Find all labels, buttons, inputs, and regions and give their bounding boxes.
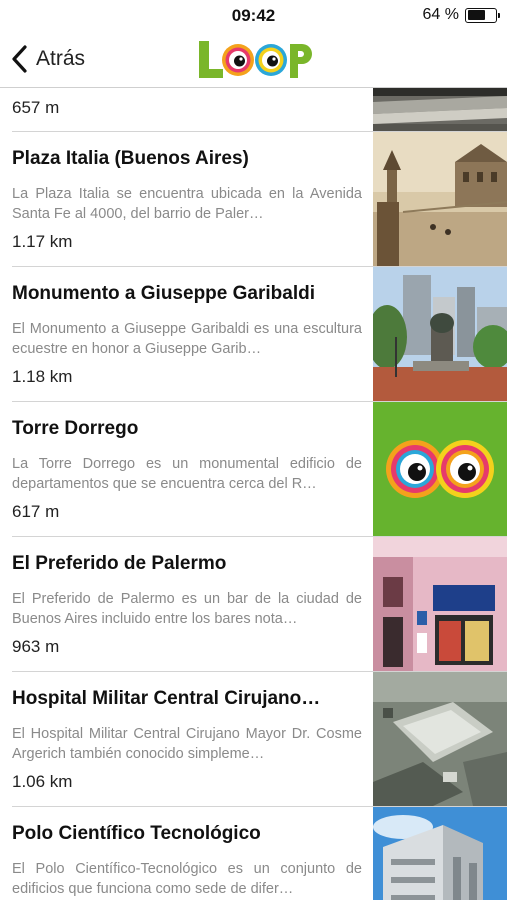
item-distance: 1.17 km [12, 232, 73, 251]
item-title: Hospital Militar Central Cirujano… [12, 688, 321, 709]
item-title: Torre Dorrego [12, 418, 139, 439]
aerial-hospital-photo-thumbnail [373, 672, 507, 806]
item-description: El Preferido de Palermo es un bar de la … [12, 591, 362, 627]
item-distance: 1.06 km [12, 772, 73, 791]
chevron-left-icon [12, 45, 27, 73]
list-item[interactable]: Monumento a Giuseppe Garibaldi El Monume… [0, 267, 507, 402]
item-distance: 617 m [12, 502, 60, 521]
item-title: Polo Científico Tecnológico [12, 823, 261, 844]
loop-logo [199, 41, 312, 78]
item-description: La Torre Dorrego es un monumental edific… [12, 456, 362, 492]
sepia-plaza-photo-thumbnail [373, 132, 507, 266]
loop-eyes-placeholder-thumbnail [373, 402, 507, 536]
battery-status: 64 % [422, 6, 500, 24]
list-item[interactable]: Hospital Militar Central Cirujano… El Ho… [0, 672, 507, 807]
places-list: 657 m Plaza Italia (Buenos Aires) La Pla… [0, 88, 507, 900]
item-distance: 963 m [12, 637, 60, 656]
monument-photo-thumbnail [373, 267, 507, 401]
street-photo-thumbnail [373, 88, 507, 131]
battery-icon [465, 7, 500, 23]
item-description: El Monumento a Giuseppe Garibaldi es una… [12, 321, 362, 357]
navigation-bar: Atrás [0, 30, 507, 88]
item-distance: 657 m [12, 98, 60, 117]
list-item[interactable]: Polo Científico Tecnológico El Polo Cien… [0, 807, 507, 900]
status-bar: 09:42 64 % [0, 0, 507, 30]
list-item[interactable]: 657 m [0, 88, 507, 132]
back-button[interactable]: Atrás [10, 42, 85, 76]
item-description: La Plaza Italia se encuentra ubicada en … [12, 186, 362, 222]
list-item[interactable]: Plaza Italia (Buenos Aires) La Plaza Ita… [0, 132, 507, 267]
item-description: El Polo Científico-Tecnológico es un con… [12, 861, 362, 897]
modern-building-photo-thumbnail [373, 807, 507, 900]
battery-percentage: 64 % [422, 6, 459, 23]
item-distance: 1.18 km [12, 367, 73, 386]
back-label: Atrás [36, 47, 86, 70]
list-item[interactable]: El Preferido de Palermo El Preferido de … [0, 537, 507, 672]
item-title: El Preferido de Palermo [12, 553, 227, 574]
pink-building-photo-thumbnail [373, 537, 507, 671]
item-title: Monumento a Giuseppe Garibaldi [12, 283, 315, 304]
item-description: El Hospital Militar Central Cirujano May… [12, 726, 362, 762]
item-title: Plaza Italia (Buenos Aires) [12, 148, 249, 169]
list-item[interactable]: Torre Dorrego La Torre Dorrego es un mon… [0, 402, 507, 537]
